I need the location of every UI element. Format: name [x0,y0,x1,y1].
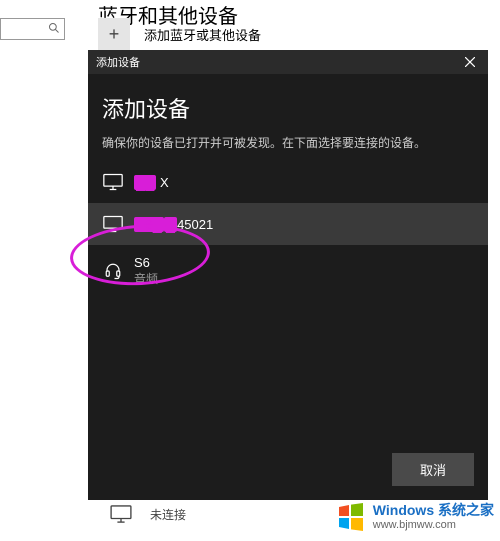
modal-footer: 取消 [88,443,488,500]
display-icon [102,171,124,193]
cancel-button[interactable]: 取消 [392,453,474,486]
device-subtitle: 音频 [134,270,158,287]
search-input[interactable] [0,18,65,40]
search-icon [48,22,60,37]
status-row: 未连接 [110,505,186,523]
watermark-title: Windows 系统之家 [373,503,494,518]
modal-subheading: 确保你的设备已打开并可被发现。在下面选择要连接的设备。 [102,134,474,151]
device-name: H8██45021 [134,217,213,232]
device-name: S6 [134,255,158,270]
plus-icon: + [98,18,130,50]
device-list: ██ X H8██45021 S6 音频 [88,161,488,443]
add-bluetooth-label: 添加蓝牙或其他设备 [144,25,261,44]
modal-header: 添加设备 确保你的设备已打开并可被发现。在下面选择要连接的设备。 [88,74,488,161]
close-button[interactable] [460,52,480,72]
modal-title-bar: 添加设备 [88,50,488,74]
device-name: ██ X [134,175,169,190]
modal-window-title: 添加设备 [96,54,140,70]
watermark: Windows 系统之家 www.bjmww.com [335,501,494,533]
status-label: 未连接 [150,506,186,523]
add-device-modal: 添加设备 添加设备 确保你的设备已打开并可被发现。在下面选择要连接的设备。 ██… [88,50,488,500]
device-item[interactable]: S6 音频 [88,245,488,297]
device-item[interactable]: H8██45021 [88,203,488,245]
modal-heading: 添加设备 [102,92,474,124]
display-icon [110,505,132,523]
windows-logo-icon [335,501,367,533]
add-bluetooth-row[interactable]: + 添加蓝牙或其他设备 [98,18,261,50]
watermark-url: www.bjmww.com [373,519,494,531]
close-icon [465,57,475,67]
headset-icon [102,260,124,282]
device-item[interactable]: ██ X [88,161,488,203]
display-icon [102,213,124,235]
